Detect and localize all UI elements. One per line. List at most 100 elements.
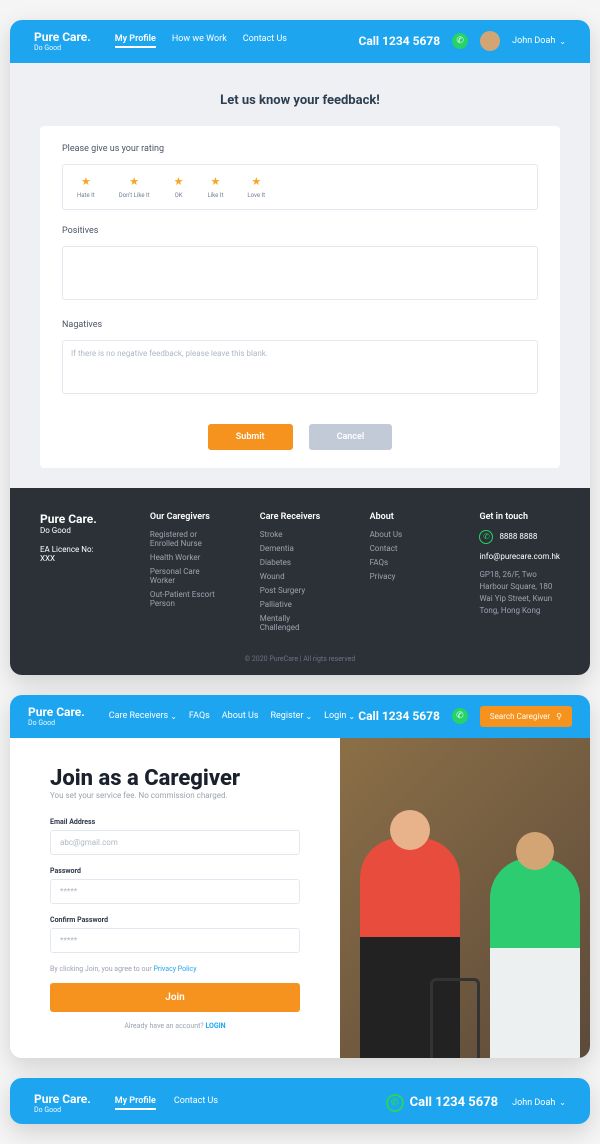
header-right: Call 1234 5678 ✆ John Doah ⌄ [358,31,566,51]
footer-link[interactable]: FAQs [370,558,440,567]
rating-box: ★Hate It ★Don't Like It ★OK ★Like It ★Lo… [62,164,538,210]
search-caregiver-button[interactable]: Search Caregiver ⚲ [480,706,572,727]
logo[interactable]: Pure Care. Do Good [28,705,85,728]
phone-number[interactable]: Call 1234 5678 [358,709,440,723]
nav-login[interactable]: Login ⌄ [324,711,355,721]
nav-about-us[interactable]: About Us [222,711,259,721]
header-right: Call 1234 5678 ✆ Search Caregiver ⚲ [358,706,572,727]
positives-input[interactable] [62,246,538,300]
header-right: ✆ Call 1234 5678 John Doah⌄ [386,1094,566,1112]
login-link[interactable]: LOGIN [205,1022,225,1030]
footer-link[interactable]: Palliative [260,600,330,609]
terms-text: By clicking Join, you agree to our Priva… [50,965,300,973]
footer-phone[interactable]: ✆8888 8888 [479,530,560,544]
nav-my-profile[interactable]: My Profile [115,34,156,48]
logo[interactable]: Pure Care. Do Good [34,30,91,53]
nav-faqs[interactable]: FAQs [189,711,210,721]
confirm-password-input[interactable] [50,928,300,953]
nav-contact-us[interactable]: Contact Us [243,34,287,48]
header: Pure Care. Do Good My Profile Contact Us… [10,1078,590,1125]
negatives-input[interactable] [62,340,538,394]
nav-label: Login [324,711,346,721]
footer-link[interactable]: Health Worker [150,553,220,562]
phone-number[interactable]: ✆ Call 1234 5678 [386,1094,498,1112]
whatsapp-icon[interactable]: ✆ [452,33,468,49]
chevron-down-icon: ⌄ [559,37,566,46]
rating-ok[interactable]: ★OK [174,175,184,199]
logo-tagline: Do Good [28,719,85,727]
person-caregiver [490,858,580,1058]
privacy-policy-link[interactable]: Privacy Policy [153,965,196,973]
nav-register[interactable]: Register ⌄ [270,711,312,721]
join-button[interactable]: Join [50,983,300,1012]
footer-licence: EA Licence No: XXX [40,545,110,563]
cancel-button[interactable]: Cancel [309,424,393,450]
footer-heading: Our Caregivers [150,512,220,522]
footer-link[interactable]: Mentally Challenged [260,614,330,632]
footer-heading: About [370,512,440,522]
user-name: John Doah [512,36,555,46]
footer-caregivers: Our Caregivers Registered or Enrolled Nu… [150,512,220,637]
footer-link[interactable]: Contact [370,544,440,553]
footer-email[interactable]: info@purecare.com.hk [479,552,560,561]
user-icon: ⚲ [556,712,562,721]
rating-dont-like-it[interactable]: ★ Don't Like It [119,175,150,199]
nav-care-receivers[interactable]: Care Receivers ⌄ [109,711,177,721]
password-label: Password [50,867,300,875]
logo[interactable]: Pure Care. Do Good [34,1092,91,1115]
footer-link[interactable]: About Us [370,530,440,539]
join-screen: Pure Care. Do Good Care Receivers ⌄ FAQs… [10,695,590,1058]
footer-link[interactable]: Personal Care Worker [150,567,220,585]
whatsapp-icon[interactable]: ✆ [452,708,468,724]
phone-number[interactable]: Call 1234 5678 [358,34,440,48]
rating-love-it[interactable]: ★ Love It [247,175,265,199]
search-label: Search Caregiver [490,712,550,721]
footer-link[interactable]: Wound [260,572,330,581]
nav-contact-us[interactable]: Contact Us [174,1096,218,1110]
negatives-label: Nagatives [62,320,538,330]
footer-link[interactable]: Out-Patient Escort Person [150,590,220,608]
positives-label: Positives [62,226,538,236]
nav: My Profile How we Work Contact Us [115,34,287,48]
user-menu[interactable]: John Doah ⌄ [512,36,566,46]
nav-how-we-work[interactable]: How we Work [172,34,227,48]
email-input[interactable] [50,830,300,855]
avatar[interactable] [480,31,500,51]
footer-columns: Pure Care. Do Good EA Licence No: XXX Ou… [40,512,560,637]
chevron-down-icon: ⌄ [559,1098,566,1107]
footer-logo-title: Pure Care. [40,512,110,526]
password-input[interactable] [50,879,300,904]
footer-heading: Care Receivers [260,512,330,522]
chevron-down-icon: ⌄ [348,712,355,721]
footer-link[interactable]: Post Surgery [260,586,330,595]
rating-like-it[interactable]: ★Like It [207,175,223,199]
rating-text: Love It [247,192,265,199]
user-menu[interactable]: John Doah⌄ [512,1098,566,1108]
footer-link[interactable]: Registered or Enrolled Nurse [150,530,220,548]
header-left: Pure Care. Do Good My Profile How we Wor… [34,30,287,53]
rating-text: Don't Like It [119,192,150,199]
whatsapp-icon: ✆ [386,1094,404,1112]
page-subtitle: You set your service fee. No commission … [50,791,300,800]
rating-text: Hate It [77,192,95,199]
footer-link[interactable]: Diabetes [260,558,330,567]
star-icon: ★ [129,175,139,188]
rating-hate-it[interactable]: ★ Hate It [77,175,95,199]
feedback-card: Please give us your rating ★ Hate It ★ Don… [40,126,560,468]
footer-logo-tagline: Do Good [40,526,110,535]
phone-text: Call 1234 5678 [410,1095,498,1110]
footer-link[interactable]: Stroke [260,530,330,539]
footer-link[interactable]: Dementia [260,544,330,553]
nav-my-profile[interactable]: My Profile [115,1096,156,1110]
profile-screen-partial: Pure Care. Do Good My Profile Contact Us… [10,1078,590,1125]
footer-link[interactable]: Privacy [370,572,440,581]
star-icon: ★ [251,175,261,188]
star-icon: ★ [81,175,91,188]
rating-label: Please give us your rating [62,144,538,154]
nav-label: Register [270,711,303,721]
footer-phone-text: 8888 8888 [499,532,537,541]
submit-button[interactable]: Submit [208,424,293,450]
logo-title: Pure Care. [34,30,91,44]
rating-text: Like It [207,192,223,199]
star-icon: ★ [174,175,184,188]
